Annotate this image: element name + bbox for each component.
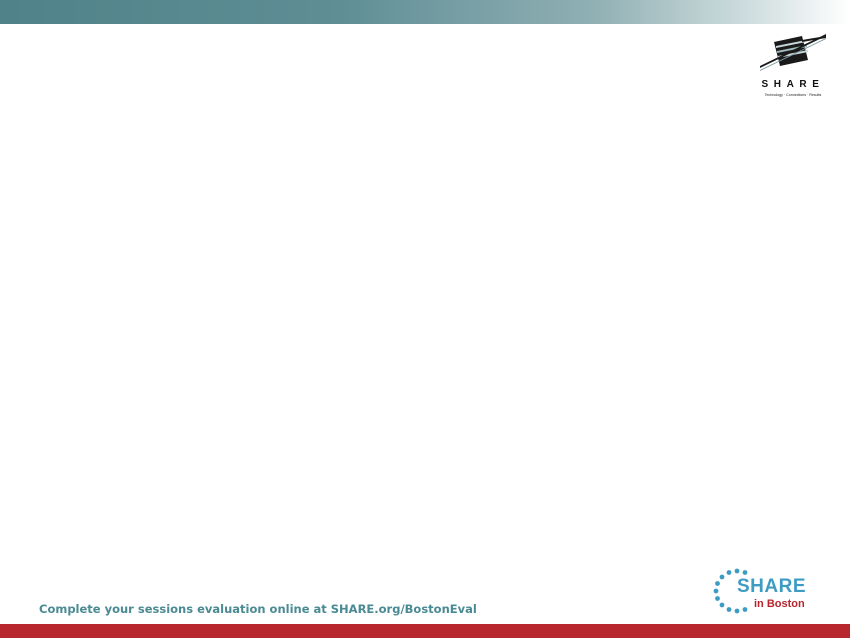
share-logo-word: SHARE <box>761 79 825 90</box>
share-logo-tagline: Technology · Connections · Results <box>764 93 822 97</box>
slide: SHARE Technology · Connections · Results… <box>0 0 850 638</box>
share-logo: SHARE Technology · Connections · Results <box>756 30 830 102</box>
share-in-boston-word: SHARE <box>737 576 807 597</box>
share-striped-bar-icon <box>760 34 826 71</box>
top-gradient-bar <box>0 0 850 24</box>
bottom-red-bar <box>0 624 850 638</box>
share-in-boston-city: in Boston <box>754 598 805 610</box>
evaluation-footer-text: Complete your sessions evaluation online… <box>39 602 477 616</box>
share-in-boston-logo: SHARE in Boston <box>712 566 812 616</box>
